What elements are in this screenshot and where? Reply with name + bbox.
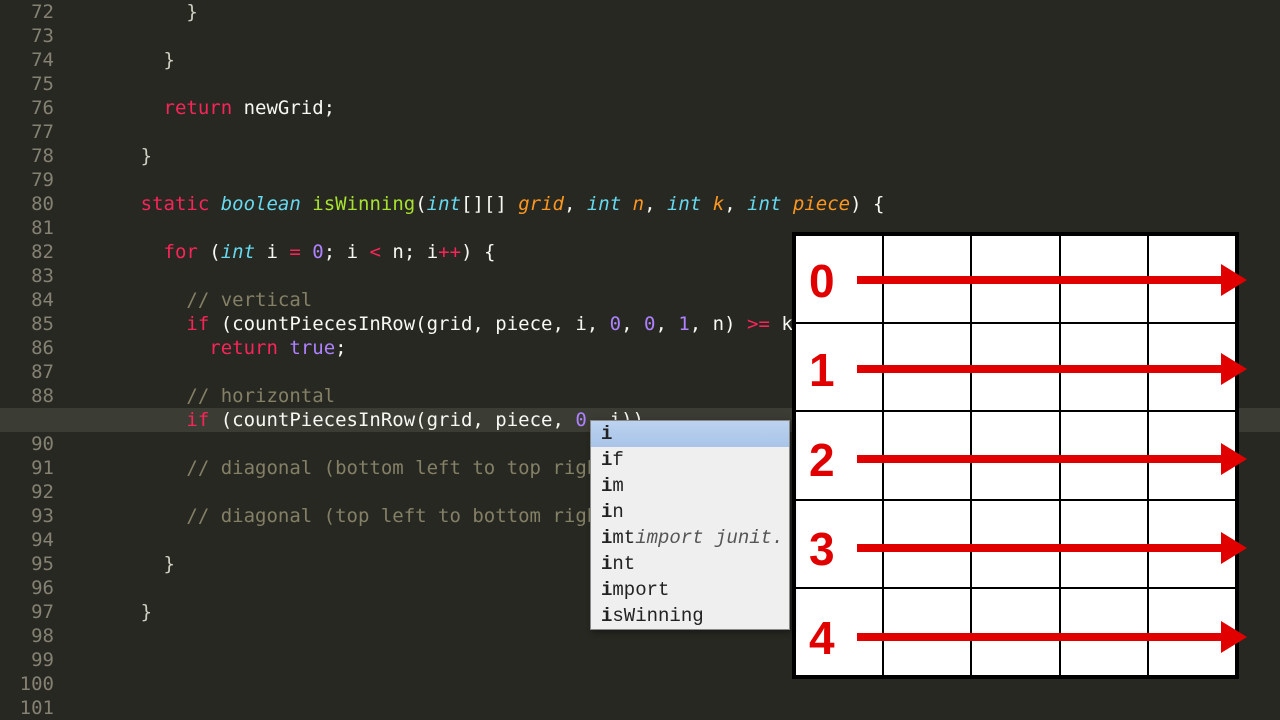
autocomplete-item[interactable]: if xyxy=(591,447,789,473)
grid-row-label: 2 xyxy=(809,433,835,487)
autocomplete-item[interactable]: int xyxy=(591,551,789,577)
line-number: 98 xyxy=(0,624,54,648)
line-number: 84 xyxy=(0,288,54,312)
code-line[interactable] xyxy=(72,120,1280,144)
grid-row-label: 4 xyxy=(809,611,835,665)
line-number: 97 xyxy=(0,600,54,624)
autocomplete-item[interactable]: import xyxy=(591,577,789,603)
code-line[interactable] xyxy=(72,24,1280,48)
grid-cell xyxy=(1060,588,1148,676)
line-number: 100 xyxy=(0,672,54,696)
line-number: 96 xyxy=(0,576,54,600)
code-line[interactable]: } xyxy=(72,0,1280,24)
grid-illustration: 0 1 2 3 4 xyxy=(792,232,1239,679)
grid-cell xyxy=(971,588,1059,676)
line-number: 95 xyxy=(0,552,54,576)
line-number: 75 xyxy=(0,72,54,96)
line-number: 94 xyxy=(0,528,54,552)
line-number: 81 xyxy=(0,216,54,240)
line-number: 79 xyxy=(0,168,54,192)
autocomplete-item[interactable]: im xyxy=(591,473,789,499)
line-number: 88 xyxy=(0,384,54,408)
grid-row-label: 0 xyxy=(809,254,835,308)
line-number: 85 xyxy=(0,312,54,336)
code-line[interactable]: static boolean isWinning(int[][] grid, i… xyxy=(72,192,1280,216)
line-number: 87 xyxy=(0,360,54,384)
arrow-icon xyxy=(857,455,1225,463)
autocomplete-item[interactable]: imtimport junit. xyxy=(591,525,789,551)
code-line[interactable]: } xyxy=(72,48,1280,72)
line-number-gutter: 7273747576777879808182838485868788899091… xyxy=(0,0,72,720)
line-number: 76 xyxy=(0,96,54,120)
line-number: 90 xyxy=(0,432,54,456)
grid-row-label: 3 xyxy=(809,522,835,576)
line-number: 101 xyxy=(0,696,54,720)
line-number: 91 xyxy=(0,456,54,480)
line-number: 74 xyxy=(0,48,54,72)
code-line[interactable] xyxy=(72,72,1280,96)
line-number: 86 xyxy=(0,336,54,360)
arrow-icon xyxy=(857,276,1225,284)
line-number: 77 xyxy=(0,120,54,144)
code-line[interactable] xyxy=(72,696,1280,720)
arrow-icon xyxy=(857,365,1225,373)
code-line[interactable]: } xyxy=(72,144,1280,168)
grid-row-label: 1 xyxy=(809,343,835,397)
autocomplete-popup[interactable]: iifiminimtimport junit.intimportisWinnin… xyxy=(590,420,790,630)
line-number: 82 xyxy=(0,240,54,264)
line-number: 80 xyxy=(0,192,54,216)
line-number: 73 xyxy=(0,24,54,48)
arrow-icon xyxy=(857,633,1225,641)
grid-cell xyxy=(883,588,971,676)
line-number: 78 xyxy=(0,144,54,168)
autocomplete-item[interactable]: in xyxy=(591,499,789,525)
autocomplete-item[interactable]: isWinning xyxy=(591,603,789,629)
code-line[interactable] xyxy=(72,168,1280,192)
line-number: 99 xyxy=(0,648,54,672)
code-line[interactable]: return newGrid; xyxy=(72,96,1280,120)
line-number: 93 xyxy=(0,504,54,528)
autocomplete-item[interactable]: i xyxy=(591,421,789,447)
line-number: 72 xyxy=(0,0,54,24)
line-number: 83 xyxy=(0,264,54,288)
arrow-icon xyxy=(857,544,1225,552)
line-number: 92 xyxy=(0,480,54,504)
